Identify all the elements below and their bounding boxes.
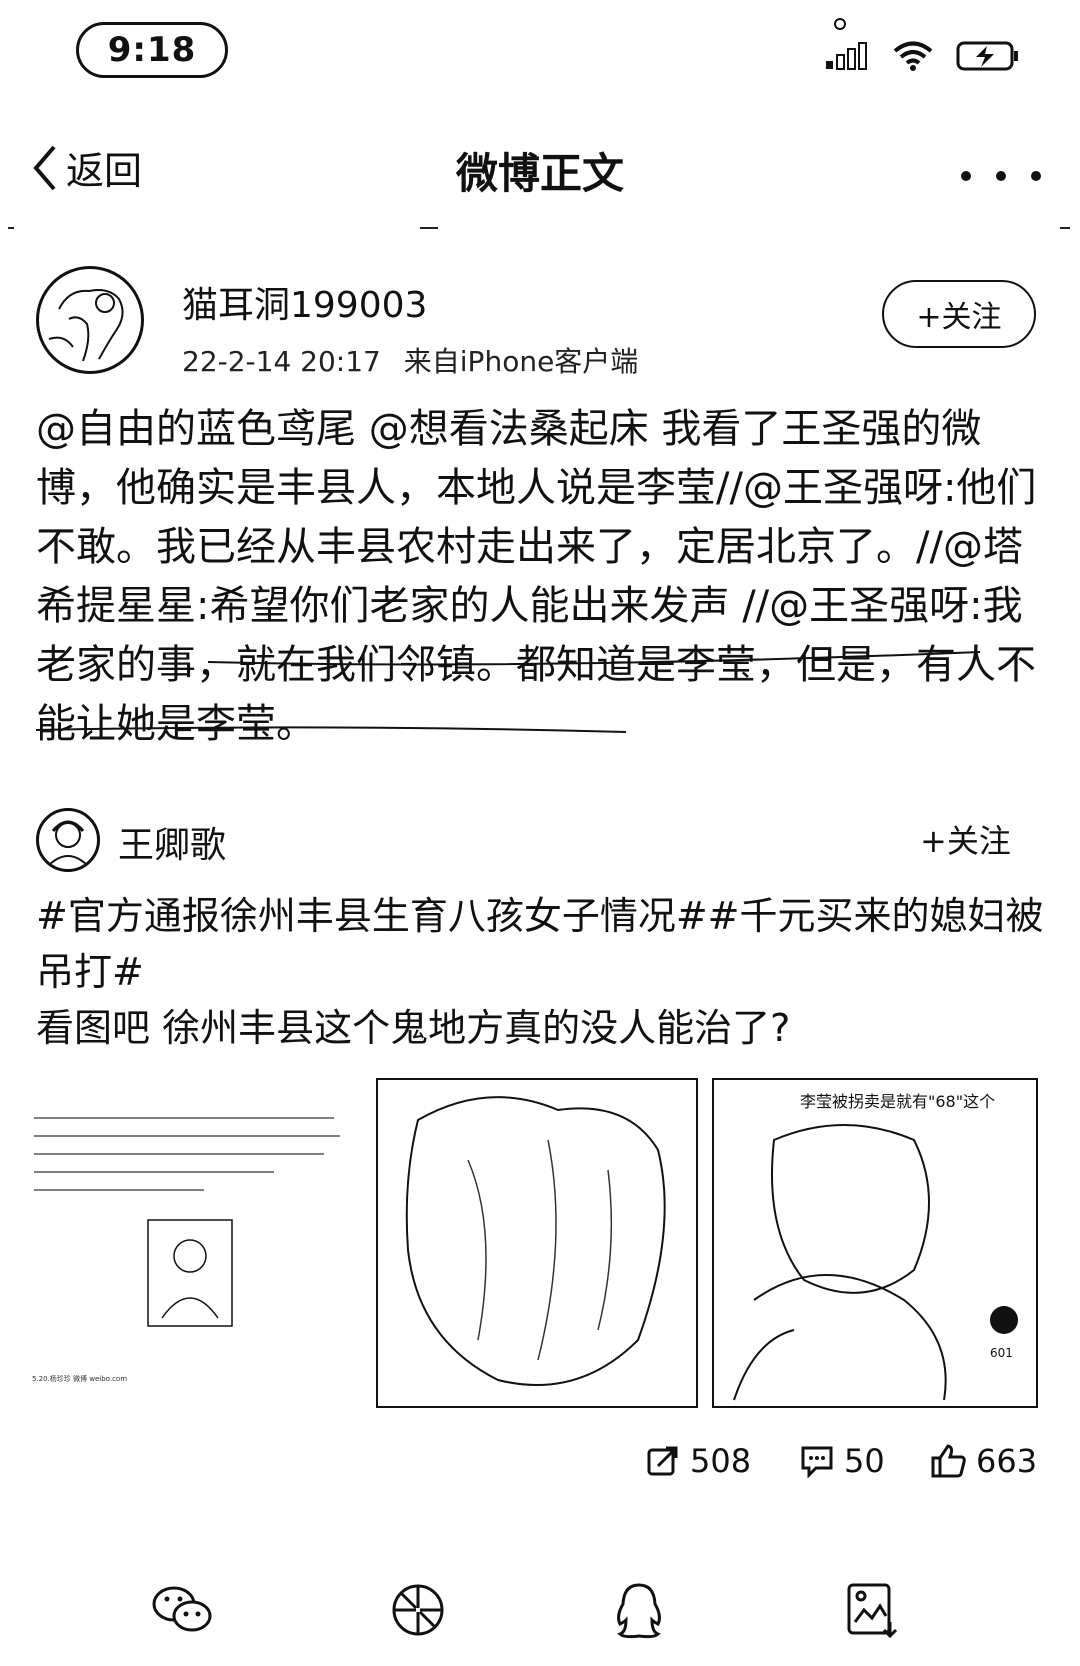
thumbs-up-icon: [931, 1444, 966, 1478]
retweet-image-1[interactable]: 5.20.杨珍珍 微博 weibo.com: [24, 1078, 350, 1408]
post-source: 来自iPhone客户端: [403, 345, 639, 378]
comment-count: 50: [844, 1442, 885, 1480]
video-badge: 601: [990, 1346, 1013, 1360]
aperture-icon: [392, 1584, 444, 1636]
comment-icon: [801, 1446, 833, 1478]
retweet-text-line2: 看图吧 徐州丰县这个鬼地方真的没人能治了?: [36, 1006, 791, 1050]
divider-left: [8, 227, 14, 229]
qq-icon: [617, 1583, 661, 1639]
chevron-left-icon: [33, 145, 56, 190]
signal-icon: [826, 42, 867, 70]
status-icons: [824, 40, 1020, 72]
camera-indicator-icon: [834, 18, 846, 30]
more-dots-icon: [961, 171, 1041, 181]
comment-button[interactable]: 50: [800, 1442, 885, 1480]
share-bar: [0, 1582, 1080, 1652]
follow-button[interactable]: +关注: [882, 280, 1036, 348]
divider-right: [1060, 227, 1070, 229]
handwritten-underline: [36, 651, 981, 733]
more-options-button[interactable]: [956, 150, 1046, 196]
share-moments-button[interactable]: [390, 1582, 450, 1642]
video-caption: 李莹被拐卖是就有"68"这个: [800, 1092, 996, 1111]
post-time: 22-2-14 20:17: [182, 345, 381, 378]
photo-sketch-graphic: [405, 1096, 666, 1386]
post-author-name[interactable]: 猫耳洞199003: [182, 276, 427, 328]
post-meta: 22-2-14 20:17 来自iPhone客户端: [182, 340, 638, 380]
repost-button[interactable]: 508: [646, 1442, 751, 1480]
retweet-follow-button[interactable]: +关注: [920, 816, 1011, 862]
retweet-avatar-sketch-icon: [46, 820, 90, 868]
repost-icon: [647, 1446, 678, 1476]
retweet-avatar[interactable]: [36, 808, 100, 872]
share-wechat-button[interactable]: [150, 1582, 212, 1642]
back-label: 返回: [66, 149, 143, 193]
avatar-sketch-icon: [48, 289, 124, 362]
retweet-author-name[interactable]: 王卿歌: [118, 816, 226, 868]
save-image-icon: [847, 1583, 898, 1639]
wechat-icon: [152, 1586, 212, 1632]
battery-charging-icon: [956, 41, 1018, 71]
status-time: 9:18: [76, 22, 228, 78]
save-image-button[interactable]: [846, 1582, 906, 1642]
wifi-icon: [893, 41, 933, 71]
retweet-image-2[interactable]: [376, 1078, 698, 1408]
avatar[interactable]: [36, 266, 144, 374]
retweet-image-3[interactable]: 李莹被拐卖是就有"68"这个 601: [712, 1078, 1038, 1408]
divider-center: [420, 227, 438, 229]
page-title: 微博正文: [455, 149, 624, 198]
like-count: 663: [976, 1442, 1038, 1480]
repost-count: 508: [690, 1442, 752, 1480]
retweet-text-line1: #官方通报徐州丰县生育八孩女子情况##千元买来的媳妇被吊打#: [36, 894, 1044, 994]
image-watermark: 5.20.杨珍珍 微博 weibo.com: [32, 1375, 128, 1383]
document-lines-graphic: [34, 1117, 340, 1327]
like-button[interactable]: 663: [930, 1442, 1037, 1480]
status-time-text: 9:18: [107, 30, 197, 70]
back-button[interactable]: 返回: [30, 140, 142, 195]
share-qq-button[interactable]: [614, 1582, 674, 1642]
retweet-text: #官方通报徐州丰县生育八孩女子情况##千元买来的媳妇被吊打# 看图吧 徐州丰县这…: [36, 888, 1046, 1056]
